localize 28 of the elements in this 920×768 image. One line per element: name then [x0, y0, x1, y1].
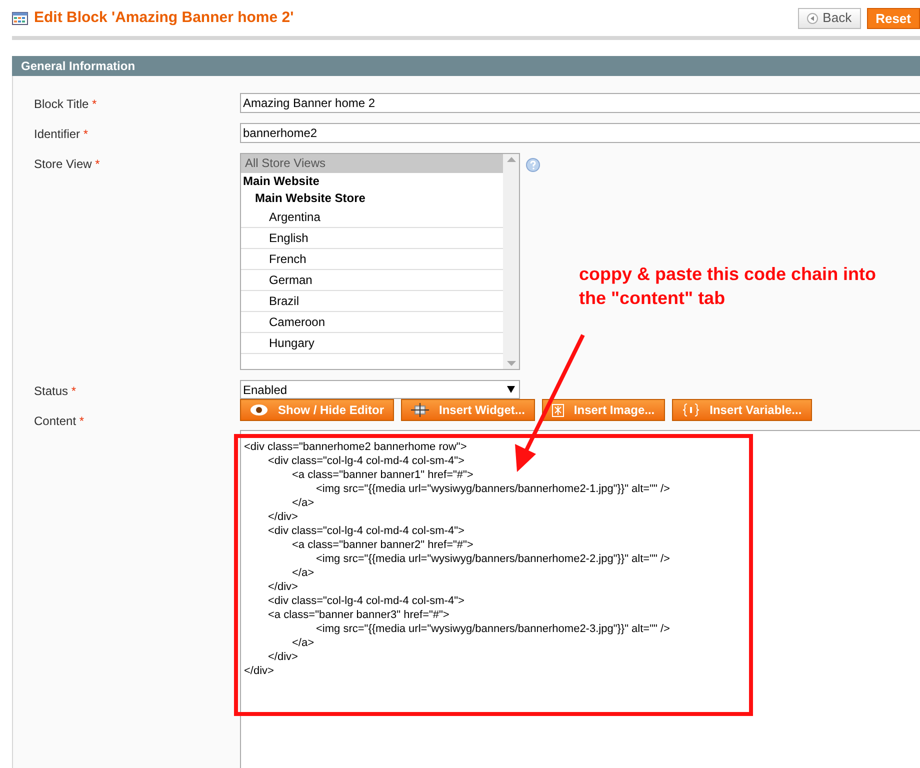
back-button[interactable]: Back	[798, 8, 861, 28]
store-option[interactable]: All Store Views	[241, 154, 503, 173]
caret-icon	[507, 386, 515, 393]
eye-icon	[250, 404, 268, 416]
help-icon[interactable]	[526, 158, 540, 172]
field-label: Identifier *	[33, 126, 90, 143]
annotation-text: coppy & paste this code chain into the "content" tab	[579, 263, 878, 310]
field-label: Status *	[33, 383, 78, 400]
text-field[interactable]: Amazing Banner home 2	[240, 93, 920, 113]
option-group: Main Website	[241, 173, 503, 190]
page-title: Edit Block 'Amazing Banner home 2'	[34, 8, 294, 28]
back-icon	[806, 12, 818, 24]
status-dropdown[interactable]: Enabled	[240, 380, 520, 399]
grid-icon	[12, 12, 28, 24]
field-label: Content *	[33, 413, 86, 430]
scroll-up-icon[interactable]	[506, 157, 516, 162]
image-icon	[552, 404, 564, 416]
section-header: General Information	[12, 56, 920, 76]
store-view-list[interactable]: All Store Views Main Website Main Website Store Argentina English French German Brazil Cameroon Hungary	[240, 153, 520, 370]
scroll-down-icon[interactable]	[506, 361, 516, 366]
field-label: Block Title *	[33, 96, 98, 113]
braces-icon	[682, 403, 700, 417]
widget-icon	[411, 403, 430, 417]
scrollbar[interactable]	[503, 154, 519, 369]
content-editor[interactable]: <div class="bannerhome2 bannerhome row"> <div class="col-lg-4 col-md-4 col-sm-4"> <a class="banner banner1" href="#"> <img src="{{media url="wysiwyg/banners/bannerhome2-1.jpg"}}" alt="" /> </a> </div> <div class="col-lg-4 col-md-4 col-sm-4"> <a class="banner banner2" href="#"> <img src="{{media url="wysiwyg/banners/bannerhome2-2.jpg"}}" alt="" /> </a> </div> <div class="col-lg-4 col-md-4 col-sm-4"> <a class="banner banner3" href="#"> <img src="{{media url="wysiwyg/banners/bannerhome2-3.jpg"}}" alt="" /> </a> </div> </div>	[240, 430, 920, 768]
text-field[interactable]: bannerhome2	[240, 123, 920, 143]
option-group: Main Website Store	[241, 190, 503, 207]
field-label: Store View *	[33, 156, 101, 173]
